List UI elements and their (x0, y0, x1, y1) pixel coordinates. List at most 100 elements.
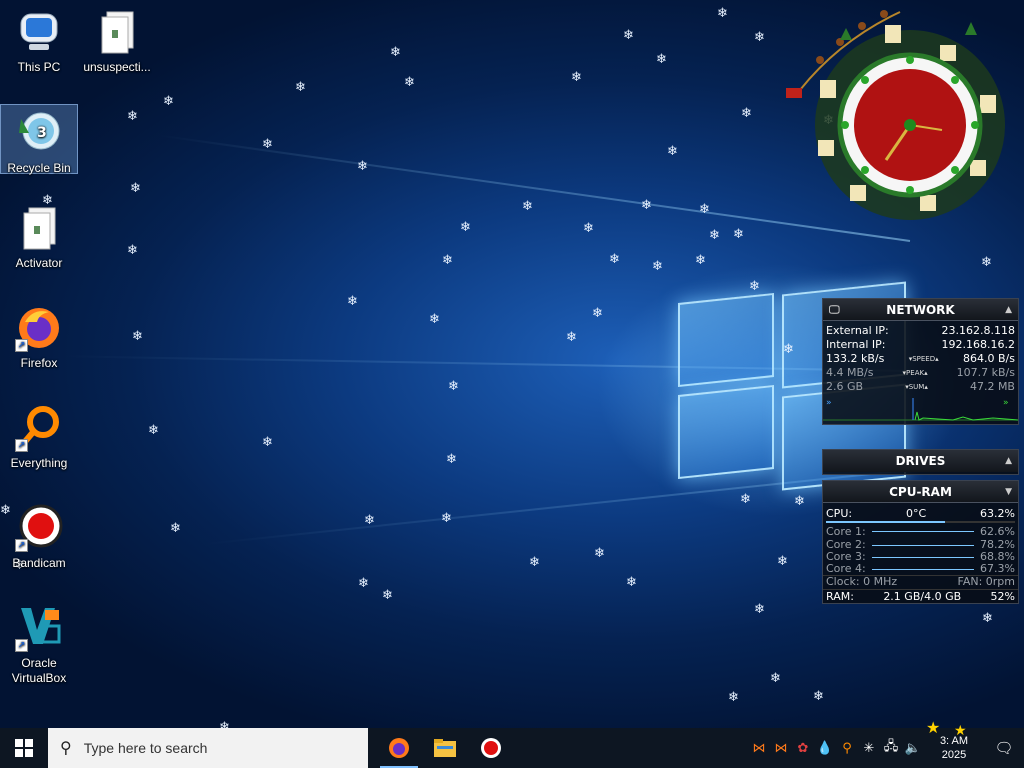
snowflake-icon: ❄ (358, 576, 369, 591)
network-traffic-graph: » » (823, 398, 1018, 421)
snowflake-icon: ❄ (717, 6, 728, 21)
snowflake-icon: ❄ (262, 137, 273, 152)
recycle-bin-icon: 3 (15, 109, 63, 157)
fan-speed-value: FAN: 0rpm (957, 575, 1016, 588)
clock-date: 2025 (941, 749, 967, 761)
expand-arrow-icon[interactable]: ▼ (1005, 481, 1012, 503)
snowflake-icon: ❄ (770, 671, 781, 686)
tray-butterfly-icon[interactable]: ⋈ (770, 740, 792, 756)
windows-start-icon (15, 739, 33, 757)
snowflake-icon: ❄ (641, 198, 652, 213)
snowflake-icon: ❄ (460, 220, 471, 235)
core-value: 67.3% (980, 562, 1015, 575)
speed-up-value: 864.0 B/s (963, 352, 1015, 365)
snowflake-icon: ❄ (163, 94, 174, 109)
desktop-icon-recycle-bin[interactable]: 3 Recycle Bin (0, 104, 78, 175)
internal-ip-value: 192.168.16.2 (941, 338, 1015, 351)
snowflake-icon: ❄ (794, 494, 805, 509)
computer-icon (15, 8, 63, 56)
desktop-icon-activator[interactable]: Activator (0, 200, 78, 274)
cpu-ram-gadget[interactable]: CPU-RAM ▼ CPU: 0°C 63.2% Core 1: 62.6% Core… (822, 480, 1019, 604)
star-icon: ★ (954, 722, 967, 738)
snowflake-icon: ❄ (364, 513, 375, 528)
taskbar: ⚲ Type here to search ⋈ ⋈ ✿ 💧 ⚲ ✳ 🖧 🔈 ★ … (0, 720, 1024, 768)
tray-butterfly-icon[interactable]: ⋈ (748, 740, 770, 756)
desktop-icon-unsuspecti[interactable]: unsuspecti... (78, 4, 156, 78)
tray-everything-icon[interactable]: ⚲ (836, 740, 858, 756)
snowflake-icon: ❄ (741, 106, 752, 121)
core-label: Core 4: (826, 562, 866, 575)
snowflake-icon: ❄ (522, 199, 533, 214)
snowflake-icon: ❄ (441, 511, 452, 526)
taskbar-search-box[interactable]: ⚲ Type here to search (48, 728, 368, 768)
snowflake-icon: ❄ (347, 294, 358, 309)
desktop-icon-this-pc[interactable]: This PC (0, 4, 78, 78)
taskbar-bandicam-button[interactable] (468, 728, 514, 768)
cpu-clock-value: Clock: 0 MHz (826, 575, 898, 588)
tray-snowflake-icon[interactable]: ✳ (858, 740, 880, 756)
snowflake-icon: ❄ (262, 435, 273, 450)
snowflake-icon: ❄ (390, 45, 401, 60)
taskbar-firefox-button[interactable] (376, 728, 422, 768)
svg-text:»: » (826, 398, 832, 408)
snowflake-icon: ❄ (754, 602, 765, 617)
snowflake-icon: ❄ (127, 243, 138, 258)
snowflake-icon: ❄ (148, 423, 159, 438)
snowflake-icon: ❄ (813, 689, 824, 704)
desktop-icon-oracle-virtualbox[interactable]: ↗ Oracle VirtualBox (0, 600, 78, 686)
network-gadget-header: 🖵 NETWORK ▲ (823, 299, 1018, 321)
volume-icon[interactable]: 🔈 (902, 740, 924, 756)
snowflake-icon: ❄ (594, 546, 605, 561)
desktop-icon-everything[interactable]: ↗ Everything (0, 400, 78, 474)
network-gadget[interactable]: 🖵 NETWORK ▲ External IP: 23.162.8.118 Int… (822, 298, 1019, 425)
cpu-label: CPU: (826, 507, 853, 520)
peak-down-value: 4.4 MB/s (826, 366, 874, 379)
sum-up-value: 47.2 MB (969, 380, 1015, 393)
speed-label: ▾SPEED▴ (908, 355, 939, 363)
snowflake-icon: ❄ (728, 690, 739, 705)
snowflake-icon: ❄ (127, 109, 138, 124)
taskbar-file-explorer-button[interactable] (422, 728, 468, 768)
notification-center-icon[interactable]: 🗨 (984, 739, 1024, 757)
desktop-icon-label: This PC (17, 60, 61, 74)
tray-drop-icon[interactable]: 💧 (814, 740, 836, 756)
snowflake-icon: ❄ (448, 379, 459, 394)
collapse-arrow-icon[interactable]: ▲ (1005, 450, 1012, 472)
svg-text:3: 3 (37, 125, 47, 141)
snowflake-icon: ❄ (566, 330, 577, 345)
snowflake-icon: ❄ (132, 329, 143, 344)
network-gadget-title: NETWORK (886, 303, 955, 317)
drives-gadget-title: DRIVES (895, 454, 946, 468)
shortcut-arrow-icon: ↗ (15, 339, 28, 352)
snowflake-icon: ❄ (623, 28, 634, 43)
snowflake-icon: ❄ (749, 279, 760, 294)
snowflake-icon: ❄ (783, 342, 794, 357)
ram-usage-value: 2.1 GB/4.0 GB (883, 590, 962, 603)
ram-label: RAM: (826, 590, 854, 603)
taskbar-clock[interactable]: ★ ★ 3: AM 2025 (924, 720, 984, 762)
cpu-usage-value: 63.2% (980, 507, 1015, 520)
file-icon (15, 204, 63, 252)
snowflake-icon: ❄ (529, 555, 540, 570)
snowflake-icon: ❄ (982, 611, 993, 626)
christmas-clock-gadget[interactable] (780, 0, 1020, 225)
snowflake-icon: ❄ (981, 255, 992, 270)
svg-text:»: » (1003, 398, 1009, 408)
speed-down-value: 133.2 kB/s (826, 352, 885, 365)
snowflake-icon: ❄ (699, 202, 710, 217)
snowflake-icon: ❄ (777, 554, 788, 569)
snowflake-icon: ❄ (446, 452, 457, 467)
network-icon[interactable]: 🖧 (880, 737, 902, 759)
snowflake-icon: ❄ (404, 75, 415, 90)
cpu-ram-gadget-title: CPU-RAM (889, 485, 952, 499)
start-button[interactable] (0, 728, 48, 768)
desktop-icon-firefox[interactable]: ↗ Firefox (0, 300, 78, 374)
tray-app-icon[interactable]: ✿ (792, 740, 814, 756)
collapse-arrow-icon[interactable]: ▲ (1005, 299, 1012, 321)
desktop-icon-bandicam[interactable]: ↗ Bandicam (0, 500, 78, 574)
drives-gadget[interactable]: DRIVES ▲ (822, 449, 1019, 475)
shortcut-arrow-icon: ↗ (15, 439, 28, 452)
snowflake-icon: ❄ (609, 252, 620, 267)
snowflake-icon: ❄ (130, 181, 141, 196)
desktop-icon-label: Bandicam (12, 556, 66, 570)
